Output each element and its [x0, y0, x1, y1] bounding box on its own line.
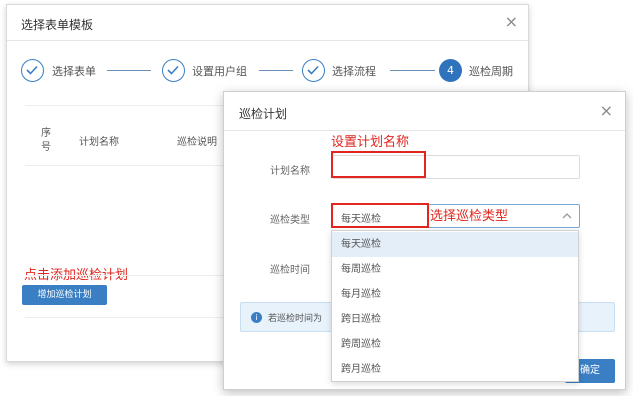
table-divider [25, 105, 235, 106]
step-3-check-icon [302, 59, 325, 82]
divider [224, 130, 625, 131]
divider [25, 275, 235, 276]
dropdown-option[interactable]: 每月巡检 [332, 282, 578, 307]
dropdown-option[interactable]: 跨日巡检 [332, 307, 578, 332]
annotation-highlight-box [331, 151, 426, 178]
add-plan-button[interactable]: 增加巡检计划 [22, 285, 107, 305]
annotation-click-add: 点击添加巡检计划 [24, 268, 129, 283]
close-icon[interactable]: × [600, 101, 613, 120]
info-icon: i [251, 312, 262, 323]
divider [25, 317, 235, 318]
annotation-select-type: 选择巡检类型 [430, 209, 509, 224]
chevron-up-icon [561, 208, 573, 227]
plan-table-header: 序号 计划名称 巡检说明 [25, 115, 235, 165]
dialog-title: 选择表单模板 [21, 18, 94, 32]
step-4-number: 4 [439, 59, 462, 82]
step-connector [107, 70, 151, 71]
dropdown-option[interactable]: 每周巡检 [332, 257, 578, 282]
table-divider [25, 165, 235, 166]
column-header-desc: 巡检说明 [177, 137, 217, 148]
annotation-highlight-box [331, 203, 429, 228]
step-1-label: 选择表单 [52, 65, 96, 78]
info-text: 若巡检时间为 [268, 314, 323, 324]
column-header-seq: 序号 [41, 128, 51, 153]
step-3-label: 选择流程 [332, 65, 376, 78]
column-header-name: 计划名称 [79, 137, 119, 148]
divider [7, 40, 528, 41]
dropdown-option[interactable]: 每天巡检 [332, 232, 578, 257]
dropdown-option[interactable]: 跨周巡检 [332, 332, 578, 357]
dialog-title: 巡检计划 [239, 107, 288, 121]
annotation-set-name: 设置计划名称 [331, 135, 410, 150]
step-connector [390, 70, 435, 71]
step-connector [259, 70, 293, 71]
close-icon[interactable]: × [505, 12, 518, 31]
step-1-check-icon [21, 59, 44, 82]
name-label: 计划名称 [270, 166, 310, 177]
time-label: 巡检时间 [270, 265, 310, 276]
type-label: 巡检类型 [270, 215, 310, 226]
step-4-label: 巡检周期 [469, 65, 513, 78]
dropdown-option[interactable]: 跨月巡检 [332, 357, 578, 382]
step-2-label: 设置用户组 [192, 65, 247, 78]
inspection-type-dropdown: 每天巡检 每周巡检 每月巡检 跨日巡检 跨周巡检 跨月巡检 [331, 230, 579, 382]
step-2-check-icon [162, 59, 185, 82]
